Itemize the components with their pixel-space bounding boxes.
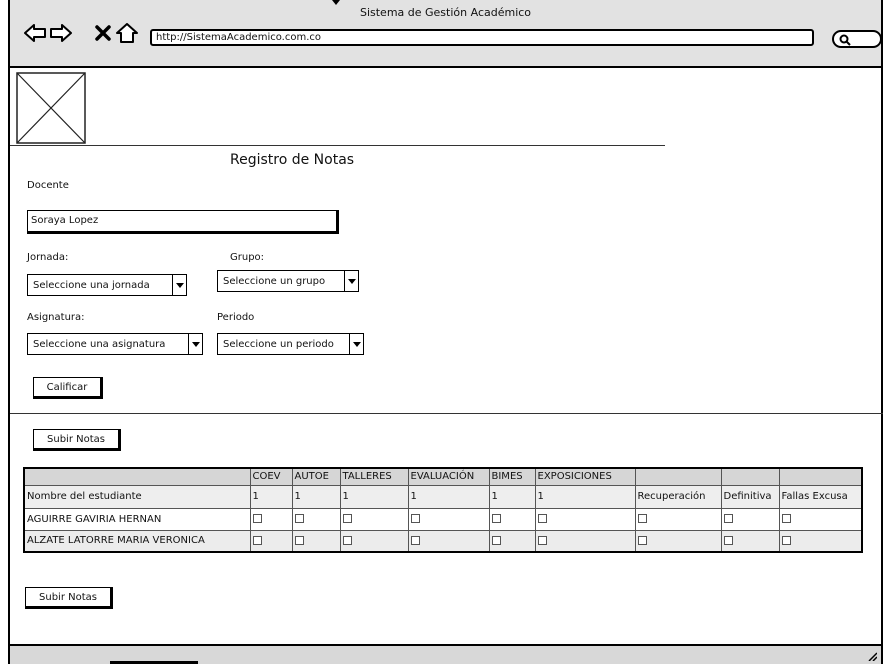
- grade-checkbox[interactable]: [252, 535, 262, 545]
- recuperacion-header: Recuperación: [634, 484, 722, 509]
- browser-window: Sistema de Gestión Académico http://Sist…: [8, 0, 883, 664]
- calificar-button[interactable]: Calificar: [33, 377, 103, 399]
- grade-checkbox[interactable]: [252, 514, 262, 523]
- search-box[interactable]: [832, 30, 882, 48]
- column-header-coev: COEV: [249, 467, 293, 486]
- search-icon: [839, 34, 851, 46]
- table-row: AGUIRRE GAVIRIA HERNAN: [23, 507, 863, 531]
- table-row: ALZATE LATORRE MARIA VERONICA: [23, 529, 863, 553]
- periodo-select-value: Seleccione un periodo: [223, 338, 334, 350]
- definitiva-header: Definitiva: [720, 484, 780, 509]
- column-header-talleres: TALLERES: [339, 467, 409, 486]
- grade-checkbox[interactable]: [410, 514, 420, 523]
- weight-cell: 1: [488, 484, 536, 509]
- grades-table: COEV AUTOE TALLERES EVALUACIÓN BIMES EXP…: [23, 467, 863, 553]
- chevron-down-icon[interactable]: [344, 271, 358, 291]
- arrow-right-icon[interactable]: [50, 22, 72, 44]
- column-header: [634, 467, 722, 486]
- student-name-header: Nombre del estudiante: [23, 484, 251, 509]
- grupo-select[interactable]: Seleccione un grupo: [217, 270, 359, 292]
- grade-checkbox[interactable]: [781, 535, 791, 545]
- fallas-excusa-header: Fallas Excusa: [778, 484, 863, 509]
- resize-grip-icon[interactable]: [867, 651, 877, 661]
- weight-cell: 1: [407, 484, 490, 509]
- grade-checkbox[interactable]: [637, 514, 647, 523]
- status-bar: [10, 644, 881, 664]
- grade-checkbox[interactable]: [723, 514, 733, 523]
- form-title: Registro de Notas: [230, 152, 355, 168]
- arrow-left-icon[interactable]: [24, 22, 46, 44]
- jornada-select[interactable]: Seleccione una jornada: [27, 274, 187, 296]
- column-header: [720, 467, 780, 486]
- asignatura-select[interactable]: Seleccione una asignatura: [27, 333, 203, 355]
- column-header-evaluacion: EVALUACIÓN: [407, 467, 490, 486]
- window-notch: [332, 0, 340, 5]
- column-header-autoe: AUTOE: [291, 467, 341, 486]
- upload-grades-button-bottom[interactable]: Subir Notas: [25, 587, 113, 609]
- table-label-row: Nombre del estudiante 1 1 1 1 1 1 Recupe…: [23, 484, 863, 509]
- close-icon[interactable]: [92, 22, 114, 44]
- asignatura-label: Asignatura:: [27, 312, 85, 323]
- chevron-down-icon[interactable]: [349, 334, 363, 354]
- grade-checkbox[interactable]: [294, 535, 304, 545]
- header-divider: [10, 145, 665, 146]
- periodo-label: Periodo: [217, 312, 255, 323]
- grade-checkbox[interactable]: [491, 535, 501, 545]
- periodo-select[interactable]: Seleccione un periodo: [217, 333, 364, 355]
- upload-grades-button-top[interactable]: Subir Notas: [33, 429, 121, 451]
- grade-checkbox[interactable]: [637, 535, 647, 545]
- grade-checkbox[interactable]: [294, 514, 304, 523]
- chevron-down-icon[interactable]: [172, 275, 186, 295]
- address-bar[interactable]: http://SistemaAcademico.com.co: [150, 29, 814, 46]
- weight-cell: 1: [249, 484, 293, 509]
- student-name: AGUIRRE GAVIRIA HERNAN: [23, 507, 251, 531]
- grade-checkbox[interactable]: [342, 535, 352, 545]
- table-header-row: COEV AUTOE TALLERES EVALUACIÓN BIMES EXP…: [23, 467, 863, 486]
- grade-checkbox[interactable]: [537, 535, 547, 545]
- column-header-bimes: BIMES: [488, 467, 536, 486]
- docente-field[interactable]: Soraya Lopez: [27, 210, 339, 234]
- weight-cell: 1: [339, 484, 409, 509]
- grupo-select-value: Seleccione un grupo: [223, 275, 326, 287]
- jornada-label: Jornada:: [27, 252, 69, 263]
- grade-checkbox[interactable]: [537, 514, 547, 523]
- grade-checkbox[interactable]: [491, 514, 501, 523]
- grade-checkbox[interactable]: [781, 514, 791, 523]
- docente-label: Docente: [27, 180, 69, 191]
- chevron-down-icon[interactable]: [188, 334, 202, 354]
- window-title: Sistema de Gestión Académico: [359, 6, 532, 19]
- weight-cell: 1: [291, 484, 341, 509]
- section-divider: [10, 413, 883, 414]
- jornada-select-value: Seleccione una jornada: [33, 279, 150, 291]
- grupo-label: Grupo:: [230, 252, 265, 263]
- student-name: ALZATE LATORRE MARIA VERONICA: [23, 529, 251, 553]
- grade-checkbox[interactable]: [342, 514, 352, 523]
- home-icon[interactable]: [116, 22, 138, 44]
- grade-checkbox[interactable]: [723, 535, 733, 545]
- browser-chrome: Sistema de Gestión Académico http://Sist…: [10, 0, 882, 68]
- weight-cell: 1: [534, 484, 636, 509]
- column-header-exposiciones: EXPOSICIONES: [534, 467, 636, 486]
- image-placeholder-icon: [16, 72, 86, 144]
- asignatura-select-value: Seleccione una asignatura: [33, 338, 166, 350]
- column-header: [778, 467, 863, 486]
- column-header: [23, 467, 251, 486]
- grade-checkbox[interactable]: [410, 535, 420, 545]
